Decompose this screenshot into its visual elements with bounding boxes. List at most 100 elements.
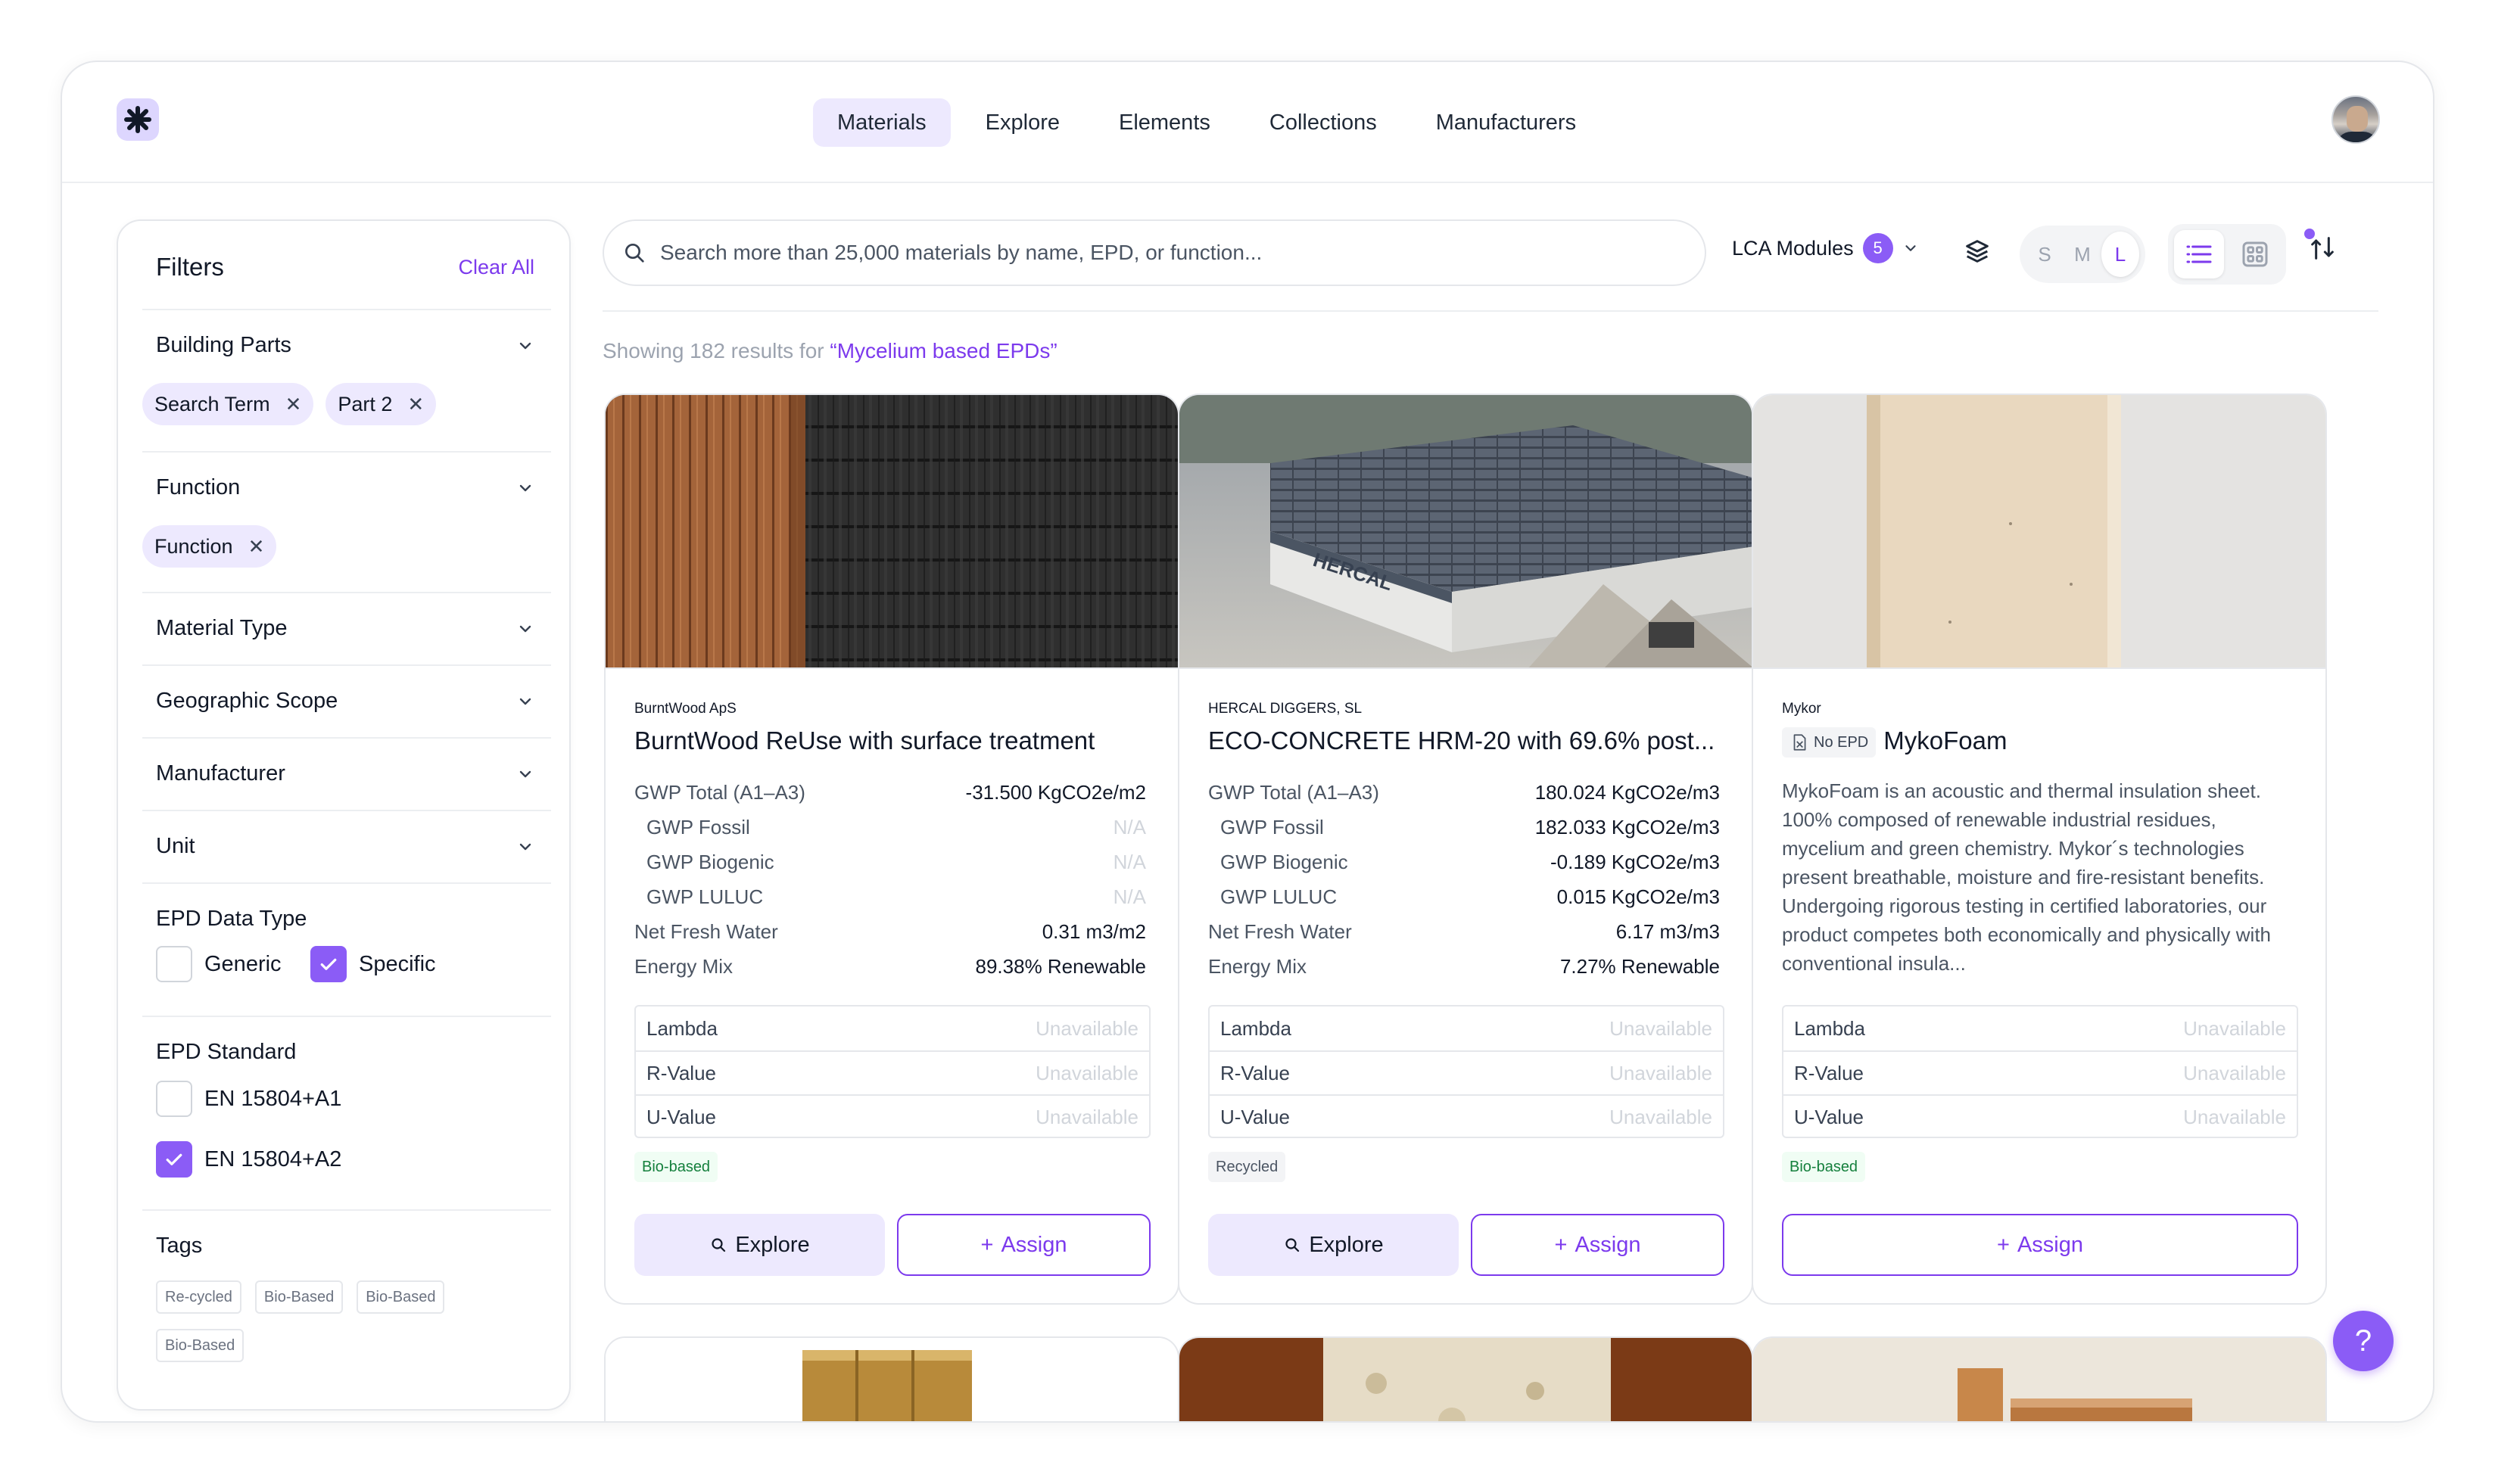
checkbox-specific[interactable]: Specific: [310, 946, 436, 982]
material-card[interactable]: Mykor No EPD MykoFoam MykoFoam is an aco…: [1752, 394, 2327, 1305]
clear-all-link[interactable]: Clear All: [458, 256, 534, 279]
lca-modules-dropdown[interactable]: LCA Modules 5: [1732, 233, 1919, 263]
material-card[interactable]: [1752, 1336, 2327, 1421]
filter-unit[interactable]: Unit: [156, 834, 534, 859]
tab-explore[interactable]: Explore: [961, 98, 1084, 147]
checkbox-generic[interactable]: Generic: [156, 946, 282, 982]
material-card[interactable]: [1178, 1336, 1753, 1421]
lca-count-badge: 5: [1862, 233, 1893, 263]
checkbox[interactable]: [156, 1081, 192, 1117]
property-value: Unavailable: [1609, 1061, 1712, 1084]
filter-label: Building Parts: [156, 333, 291, 357]
stat-value: 7.27% Renewable: [1559, 955, 1720, 978]
property-label: Lambda: [1794, 1016, 1865, 1040]
plus-icon: +: [980, 1232, 994, 1257]
tag-re-cycled[interactable]: Re-cycled: [156, 1280, 241, 1314]
stat-label: Energy Mix: [1208, 955, 1307, 978]
assign-label: Assign: [1001, 1232, 1067, 1257]
size-medium-button[interactable]: M: [2064, 232, 2101, 277]
filter-label: EPD Data Type: [156, 907, 307, 931]
tag-bio-based[interactable]: Bio-Based: [254, 1280, 344, 1314]
divider: [603, 310, 2378, 312]
stat-row: GWP Fossil 182.033 KgCO2e/m3: [1208, 816, 1720, 839]
filter-geographic-scope[interactable]: Geographic Scope: [156, 689, 534, 714]
chip-label: Search Term: [154, 392, 270, 415]
stat-row: Net Fresh Water 0.31 m3/m2: [634, 920, 1146, 944]
check-icon[interactable]: [310, 946, 347, 982]
filter-label: Manufacturer: [156, 761, 285, 786]
material-card[interactable]: BurntWood ApS BurntWood ReUse with surfa…: [604, 394, 1179, 1305]
filter-material-type[interactable]: Material Type: [156, 616, 534, 641]
help-button[interactable]: ?: [2333, 1311, 2394, 1371]
asterisk-logo-icon[interactable]: [117, 98, 159, 141]
tab-elements[interactable]: Elements: [1095, 98, 1235, 147]
stat-label: Energy Mix: [634, 955, 734, 978]
epd-data-type-heading: EPD Data Type: [156, 907, 534, 932]
sort-icon[interactable]: [2304, 229, 2338, 267]
assign-button[interactable]: + Assign: [1471, 1214, 1724, 1276]
size-small-button[interactable]: S: [2026, 232, 2064, 277]
chip-part-2[interactable]: Part 2 ✕: [326, 383, 437, 425]
layers-icon[interactable]: [1962, 236, 1992, 270]
search-input[interactable]: Search more than 25,000 materials by nam…: [603, 219, 1706, 286]
stat-value: N/A: [1113, 885, 1146, 908]
close-icon[interactable]: ✕: [407, 393, 424, 416]
results-query: “Mycelium based EPDs”: [830, 339, 1057, 362]
tag-bio-based[interactable]: Bio-Based: [357, 1280, 445, 1314]
tag-bio-based[interactable]: Bio-Based: [156, 1329, 245, 1362]
stat-value: 182.033 KgCO2e/m3: [1534, 816, 1720, 838]
checkbox-en15804-a1[interactable]: EN 15804+A1: [156, 1081, 341, 1117]
chip-function[interactable]: Function ✕: [142, 525, 277, 568]
help-icon: ?: [2354, 1324, 2372, 1358]
app-window: Materials Explore Elements Collections M…: [61, 61, 2434, 1423]
view-switcher: [2168, 224, 2286, 285]
tags-heading: Tags: [156, 1234, 534, 1258]
property-value: Unavailable: [2183, 1016, 2286, 1040]
material-name[interactable]: MykoFoam: [1883, 726, 2007, 754]
stat-label: GWP LULUC: [646, 885, 764, 908]
filter-function[interactable]: Function: [156, 475, 534, 500]
close-icon[interactable]: ✕: [248, 535, 265, 558]
checkbox-en15804-a2[interactable]: EN 15804+A2: [156, 1141, 341, 1178]
material-card[interactable]: [604, 1336, 1179, 1421]
property-row: R-Value Unavailable: [636, 1050, 1149, 1094]
chevron-down-icon: [519, 698, 531, 705]
stat-row: GWP Fossil N/A: [634, 816, 1146, 839]
filter-manufacturer[interactable]: Manufacturer: [156, 761, 534, 786]
stat-row: Net Fresh Water 6.17 m3/m3: [1208, 920, 1720, 944]
tab-collections[interactable]: Collections: [1245, 98, 1401, 147]
chevron-down-icon: [519, 484, 531, 491]
material-name[interactable]: ECO-CONCRETE HRM-20 with 69.6% post...: [1208, 726, 1730, 755]
property-label: U-Value: [646, 1105, 717, 1128]
tab-materials[interactable]: Materials: [813, 98, 951, 147]
assign-label: Assign: [2017, 1232, 2083, 1257]
property-label: U-Value: [1794, 1105, 1864, 1128]
divider: [142, 737, 551, 739]
material-tag: Bio-based: [634, 1152, 718, 1182]
explore-button[interactable]: Explore: [1208, 1214, 1459, 1276]
material-name[interactable]: BurntWood ReUse with surface treatment: [634, 726, 1157, 755]
material-card[interactable]: HERCAL HERCAL DIGGERS, SL ECO-CONCRETE H…: [1178, 394, 1753, 1305]
close-icon[interactable]: ✕: [285, 393, 302, 416]
stat-row: Energy Mix 89.38% Renewable: [634, 955, 1146, 978]
user-avatar[interactable]: [2331, 95, 2380, 144]
tab-manufacturers[interactable]: Manufacturers: [1412, 98, 1600, 147]
grid-view-icon[interactable]: [2230, 230, 2280, 278]
stat-label: Net Fresh Water: [1208, 920, 1352, 943]
divider: [142, 1016, 551, 1017]
property-label: R-Value: [1220, 1061, 1291, 1084]
property-label: Lambda: [1220, 1016, 1291, 1040]
stat-label: GWP Fossil: [646, 816, 750, 838]
explore-button[interactable]: Explore: [634, 1214, 885, 1276]
results-summary: Showing 182 results for “Mycelium based …: [603, 339, 1057, 363]
checkbox[interactable]: [156, 946, 192, 982]
list-view-icon[interactable]: [2174, 230, 2224, 278]
filter-building-parts[interactable]: Building Parts: [156, 333, 534, 358]
size-large-button[interactable]: L: [2101, 232, 2139, 277]
assign-button[interactable]: + Assign: [897, 1214, 1151, 1276]
assign-button[interactable]: + Assign: [1782, 1214, 2298, 1276]
chip-search-term[interactable]: Search Term ✕: [142, 383, 314, 425]
stat-label: GWP Total (A1–A3): [1208, 781, 1379, 804]
search-icon: [712, 1238, 726, 1252]
check-icon[interactable]: [156, 1141, 192, 1178]
